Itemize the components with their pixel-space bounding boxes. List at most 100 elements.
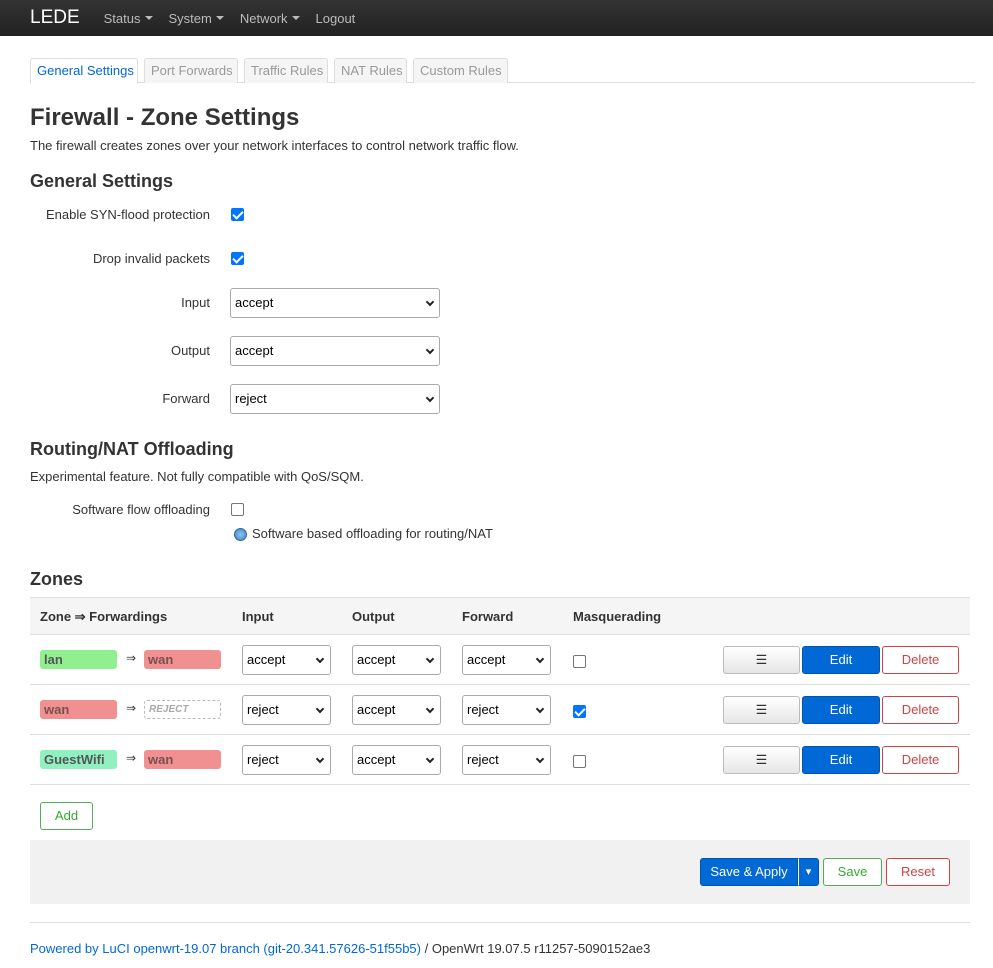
reset-button[interactable]: Reset <box>886 858 950 886</box>
software-offload-help: Software based offloading for routing/NA… <box>252 526 493 541</box>
caret-down-icon <box>215 16 224 20</box>
zone-forward-value: reject <box>467 702 499 717</box>
syn-flood-checkbox[interactable] <box>231 208 244 221</box>
table-row: lan ⇒ wan accept accept accept ☰ Edit De… <box>30 635 970 685</box>
col-forward: Forward <box>462 609 514 624</box>
drop-invalid-checkbox[interactable] <box>231 252 244 265</box>
chevron-down-icon <box>425 345 435 355</box>
zone-forward-select[interactable]: reject <box>462 695 551 725</box>
masquerading-checkbox[interactable] <box>573 705 586 718</box>
zone-forward-select[interactable]: reject <box>462 745 551 775</box>
zone-input-value: accept <box>247 652 286 667</box>
chevron-down-icon <box>535 704 545 714</box>
general-settings-heading: General Settings <box>30 171 174 191</box>
offloading-description: Experimental feature. Not fully compatib… <box>30 469 364 484</box>
action-bar: Save & Apply ▾ Save Reset <box>30 840 970 904</box>
edit-button[interactable]: Edit <box>802 696 880 724</box>
zone-input-select[interactable]: reject <box>242 695 331 725</box>
drop-invalid-label: Drop invalid packets <box>92 251 210 266</box>
chevron-down-icon <box>315 754 325 764</box>
forward-policy-select[interactable]: reject <box>230 384 440 414</box>
zone-output-select[interactable]: accept <box>352 745 441 775</box>
zone-output-select[interactable]: accept <box>352 695 441 725</box>
footer-divider <box>30 922 970 923</box>
chevron-down-icon <box>425 754 435 764</box>
col-input: Input <box>242 609 274 624</box>
tab-traffic-rules[interactable]: Traffic Rules <box>244 58 328 83</box>
caret-down-icon <box>144 16 153 20</box>
zone-forward-value: accept <box>467 652 506 667</box>
menu-network[interactable]: Network <box>240 11 300 26</box>
output-policy-select[interactable]: accept <box>230 336 440 366</box>
drag-handle-button[interactable]: ☰ <box>723 696 800 724</box>
zones-table: Zone ⇒ Forwardings Input Output Forward … <box>30 597 970 785</box>
software-offload-checkbox[interactable] <box>231 503 244 516</box>
page-description: The firewall creates zones over your net… <box>30 138 519 153</box>
tab-custom-rules[interactable]: Custom Rules <box>413 58 508 83</box>
delete-button[interactable]: Delete <box>882 646 959 674</box>
zone-input-select[interactable]: accept <box>242 645 331 675</box>
chevron-down-icon <box>315 654 325 664</box>
zone-badge: lan <box>40 650 117 669</box>
zone-output-select[interactable]: accept <box>352 645 441 675</box>
offloading-heading: Routing/NAT Offloading <box>30 439 234 459</box>
luci-link[interactable]: Powered by LuCI openwrt-19.07 branch (gi… <box>30 941 421 956</box>
drag-handle-button[interactable]: ☰ <box>723 646 800 674</box>
drag-handle-button[interactable]: ☰ <box>723 746 800 774</box>
save-apply-button[interactable]: Save & Apply <box>700 858 798 886</box>
zone-input-select[interactable]: reject <box>242 745 331 775</box>
col-zone: Zone ⇒ Forwardings <box>40 609 168 624</box>
tab-port-forwards[interactable]: Port Forwards <box>144 58 238 83</box>
dest-zone-badge: wan <box>144 750 221 769</box>
chevron-down-icon <box>535 654 545 664</box>
delete-button[interactable]: Delete <box>882 696 959 724</box>
zone-forward-select[interactable]: accept <box>462 645 551 675</box>
zone-output-value: accept <box>357 702 396 717</box>
table-row: GuestWifi ⇒ wan reject accept reject ☰ E… <box>30 735 970 785</box>
col-masquerading: Masquerading <box>573 609 662 624</box>
masquerading-checkbox[interactable] <box>573 755 586 768</box>
input-policy-value: accept <box>235 295 274 310</box>
chevron-down-icon <box>425 704 435 714</box>
tab-nat-rules[interactable]: NAT Rules <box>334 58 407 83</box>
zone-input-value: reject <box>247 752 279 767</box>
syn-flood-label: Enable SYN-flood protection <box>45 207 210 222</box>
delete-button[interactable]: Delete <box>882 746 959 774</box>
zone-output-value: accept <box>357 652 396 667</box>
footer: Powered by LuCI openwrt-19.07 branch (gi… <box>30 941 650 956</box>
edit-button[interactable]: Edit <box>802 646 880 674</box>
save-button[interactable]: Save <box>823 858 882 886</box>
forward-policy-value: reject <box>235 391 267 406</box>
forward-arrow: ⇒ <box>126 751 137 765</box>
save-apply-dropdown-button[interactable]: ▾ <box>798 858 819 886</box>
masquerading-checkbox[interactable] <box>573 655 586 668</box>
tab-general-settings[interactable]: General Settings <box>30 58 138 84</box>
menu-logout[interactable]: Logout <box>316 11 356 26</box>
menu-system[interactable]: System <box>169 11 224 26</box>
menu-status-label: Status <box>103 10 141 26</box>
zone-badge: GuestWifi <box>40 750 117 769</box>
menu-status[interactable]: Status <box>104 11 153 26</box>
tab-bar: General Settings Port Forwards Traffic R… <box>30 58 975 84</box>
chevron-down-icon <box>425 393 435 403</box>
top-navbar: LEDE Status System Network Logout <box>0 0 993 36</box>
table-row: wan ⇒ REJECT reject accept reject ☰ Edit… <box>30 685 970 735</box>
openwrt-version: OpenWrt 19.07.5 r11257-5090152ae3 <box>431 941 651 956</box>
col-output: Output <box>352 609 395 624</box>
caret-down-icon <box>291 16 300 20</box>
input-policy-label: Input <box>181 295 210 310</box>
edit-button[interactable]: Edit <box>802 746 880 774</box>
menu-system-label: System <box>168 10 212 26</box>
chevron-down-icon <box>425 297 435 307</box>
menu-network-label: Network <box>239 10 288 26</box>
forward-arrow: ⇒ <box>126 651 137 665</box>
chevron-down-icon <box>315 704 325 714</box>
brand-logo[interactable]: LEDE <box>30 7 80 29</box>
add-zone-button[interactable]: Add <box>40 802 93 830</box>
output-policy-label: Output <box>170 343 210 358</box>
forward-policy-label: Forward <box>162 391 210 406</box>
zone-badge: wan <box>40 700 117 719</box>
help-icon <box>234 528 247 541</box>
input-policy-select[interactable]: accept <box>230 288 440 318</box>
output-policy-value: accept <box>235 343 274 358</box>
